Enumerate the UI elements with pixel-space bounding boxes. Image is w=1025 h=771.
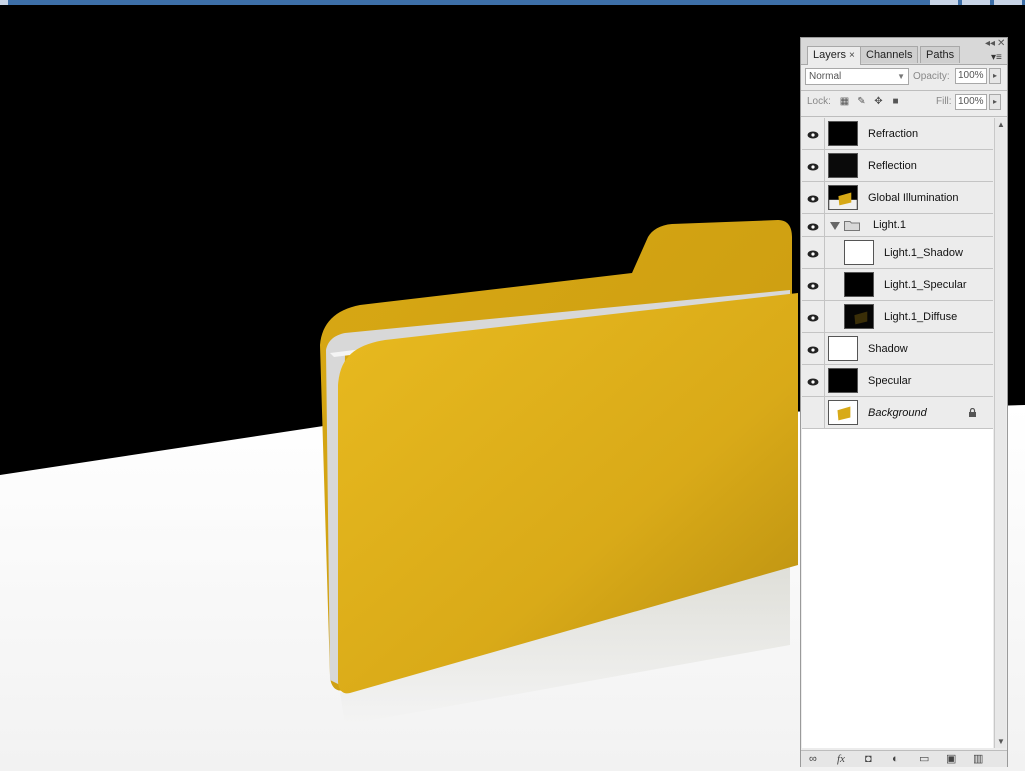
blend-mode-select[interactable]: Normal ▼ (805, 68, 909, 85)
fill-input[interactable]: 100% (955, 94, 987, 110)
lock-all-icon[interactable]: ■ (890, 96, 901, 107)
lock-label: Lock: (807, 96, 831, 107)
panel-menu-button[interactable]: ▾≡ (991, 52, 1002, 63)
layer-name: Global Illumination (868, 192, 959, 204)
layer-name: Light.1_Shadow (884, 247, 963, 259)
visibility-toggle[interactable] (802, 333, 825, 364)
layer-thumbnail (828, 368, 858, 393)
layer-row[interactable]: Shadow (802, 333, 993, 365)
visibility-toggle[interactable] (802, 301, 825, 332)
tab-label: Paths (926, 49, 955, 61)
layer-mask-icon[interactable]: ◘ (865, 753, 872, 765)
layer-row[interactable]: Specular (802, 365, 993, 397)
layer-name: Shadow (868, 343, 908, 355)
layer-row[interactable]: Refraction (802, 118, 993, 150)
expand-triangle-icon[interactable] (830, 222, 840, 230)
layer-row[interactable]: Reflection (802, 150, 993, 182)
eye-icon (807, 249, 819, 258)
layer-list-scrollbar[interactable]: ▲ ▼ (994, 118, 1006, 748)
layer-name: Light.1 (873, 219, 907, 231)
tab-label: Channels (866, 49, 913, 61)
new-group-icon[interactable]: ▭ (919, 753, 929, 765)
visibility-toggle[interactable] (802, 365, 825, 396)
fill-slider-button[interactable]: ▸ (989, 94, 1001, 110)
layer-thumbnail (828, 153, 858, 178)
eye-icon (807, 313, 819, 322)
visibility-toggle[interactable] (802, 397, 825, 428)
visibility-toggle[interactable] (802, 269, 825, 300)
opacity-input[interactable]: 100% (955, 68, 987, 84)
layers-panel: ◂◂ ✕ Layers × Channels Paths ▾≡ Normal ▼ … (800, 37, 1008, 767)
layer-thumbnail (844, 240, 874, 265)
collapse-panel-button[interactable]: ◂◂ (985, 39, 995, 49)
lock-icon (968, 407, 977, 417)
layer-row[interactable]: Light.1 (802, 214, 993, 237)
eye-icon (807, 162, 819, 171)
eye-icon (807, 281, 819, 290)
layer-thumbnail (828, 185, 858, 210)
eye-icon (807, 130, 819, 139)
tab-layers[interactable]: Layers × (807, 46, 861, 65)
folder-icon (844, 220, 860, 231)
layer-name: Light.1_Diffuse (884, 311, 958, 323)
delete-layer-icon[interactable]: ▥ (973, 753, 983, 765)
tab-paths[interactable]: Paths (920, 46, 961, 63)
panel-footer: ∞ fx ◘ ◐ ▭ ▣ ▥ (801, 750, 1007, 767)
layer-name: Refraction (868, 128, 919, 140)
link-layers-icon[interactable]: ∞ (809, 753, 817, 765)
lock-position-icon[interactable]: ✥ (873, 96, 884, 107)
divider (801, 116, 1007, 117)
tab-label: Layers (813, 49, 847, 61)
eye-icon (807, 377, 819, 386)
layer-row[interactable]: Light.1_Diffuse (802, 301, 993, 333)
eye-icon (807, 222, 819, 231)
layer-style-icon[interactable]: fx (837, 753, 845, 765)
blend-mode-value: Normal (809, 71, 842, 82)
layer-list: Refraction Reflection Global Illumination L… (802, 118, 993, 748)
visibility-toggle[interactable] (802, 214, 825, 236)
lock-image-icon[interactable]: ✎ (856, 96, 867, 107)
tab-channels[interactable]: Channels (860, 46, 919, 63)
layer-row[interactable]: Light.1_Shadow (802, 237, 993, 269)
layer-thumbnail (844, 272, 874, 297)
close-panel-button[interactable]: ✕ (997, 39, 1005, 49)
visibility-toggle[interactable] (802, 150, 825, 181)
layer-row[interactable]: Global Illumination (802, 182, 993, 214)
layer-row[interactable]: Light.1_Specular (802, 269, 993, 301)
layer-thumbnail (844, 304, 874, 329)
lock-transparent-icon[interactable]: ▦ (839, 96, 850, 107)
scroll-up-icon[interactable]: ▲ (997, 120, 1005, 129)
opacity-slider-button[interactable]: ▸ (989, 68, 1001, 84)
visibility-toggle[interactable] (802, 118, 825, 149)
divider (801, 90, 1007, 91)
visibility-toggle[interactable] (802, 182, 825, 213)
layer-row[interactable]: Background (802, 397, 993, 429)
layer-thumbnail (828, 121, 858, 146)
layer-thumbnail (828, 400, 858, 425)
adjustment-layer-icon[interactable]: ◐ (892, 753, 899, 765)
opacity-label: Opacity: (913, 71, 950, 82)
close-tab-icon[interactable]: × (849, 50, 855, 61)
chevron-down-icon: ▼ (897, 72, 905, 81)
eye-icon (807, 345, 819, 354)
new-layer-icon[interactable]: ▣ (946, 753, 956, 765)
panel-header: ◂◂ ✕ Layers × Channels Paths ▾≡ (801, 38, 1007, 65)
visibility-toggle[interactable] (802, 237, 825, 268)
layer-name: Specular (868, 375, 912, 387)
eye-icon (807, 194, 819, 203)
layer-thumbnail (828, 336, 858, 361)
scroll-down-icon[interactable]: ▼ (997, 737, 1005, 746)
layer-name: Background (868, 407, 927, 419)
layer-name: Light.1_Specular (884, 279, 967, 291)
layer-name: Reflection (868, 160, 917, 172)
fill-label: Fill: (936, 96, 952, 107)
